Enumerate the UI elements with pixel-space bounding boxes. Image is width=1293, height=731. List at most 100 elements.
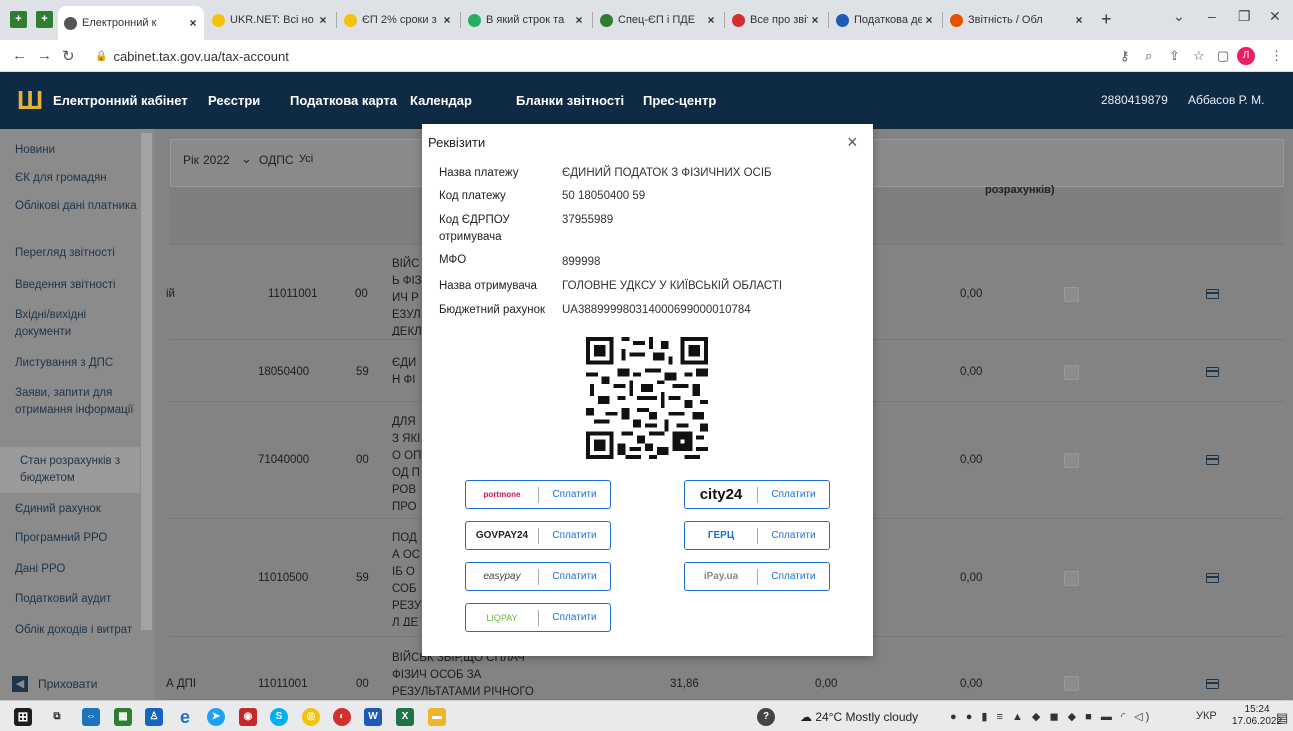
lock-app-icon[interactable]: ♙	[145, 708, 163, 726]
payment-card-icon[interactable]	[1206, 289, 1219, 299]
pay-liqpay-button[interactable]: LIQPAY Сплатити	[465, 603, 611, 632]
row-checkbox[interactable]	[1064, 453, 1079, 468]
tab-close-icon[interactable]: ×	[316, 13, 330, 27]
sidebar-item-view-reports[interactable]: Перегляд звітності	[15, 245, 140, 262]
row-checkbox[interactable]	[1064, 571, 1079, 586]
close-icon[interactable]: ×	[847, 132, 858, 153]
tab-close-icon[interactable]: ×	[572, 13, 586, 27]
help-icon[interactable]: ?	[757, 708, 775, 726]
forward-icon[interactable]: →	[37, 47, 52, 64]
sidebar-item-documents[interactable]: Вхідні/вихідні документи	[15, 307, 140, 341]
browser-tab[interactable]: ЄП 2% сроки з ×	[338, 8, 458, 32]
row-checkbox[interactable]	[1064, 365, 1079, 380]
pay-govpay24-button[interactable]: GOVPAY24 Сплатити	[465, 521, 611, 550]
app-icon[interactable]: +	[10, 11, 27, 28]
sidebar-item-budget-settlements[interactable]: Стан розрахунків з бюджетом	[0, 447, 140, 493]
chrome-profile-icon[interactable]: ◐	[333, 708, 351, 726]
teamviewer-icon[interactable]: ⇔	[82, 708, 100, 726]
sidebar-item-enter-reports[interactable]: Введення звітності	[15, 277, 140, 294]
sidebar-item-ek-citizens[interactable]: ЄК для громадян	[15, 170, 140, 187]
row-checkbox[interactable]	[1064, 287, 1079, 302]
tab-search-icon[interactable]: ⌄	[1173, 8, 1185, 25]
nav-calendar[interactable]: Календар	[410, 93, 472, 108]
browser-tab[interactable]: UKR.NET: Всі но ×	[206, 8, 334, 32]
payment-card-icon[interactable]	[1206, 573, 1219, 583]
calculator-icon[interactable]: ▦	[114, 708, 132, 726]
sidebar-item-account-data[interactable]: Облікові дані платника	[15, 198, 140, 215]
edge-icon[interactable]: e	[176, 708, 194, 726]
restore-button[interactable]: ❐	[1238, 8, 1251, 25]
excel-icon[interactable]: X	[396, 708, 414, 726]
pay-gerc-button[interactable]: ГЕРЦ Сплатити	[684, 521, 830, 550]
hide-sidebar-button[interactable]: ◀ Приховати	[12, 676, 97, 692]
pay-ipay-button[interactable]: iPay.ua Сплатити	[684, 562, 830, 591]
browser-tab[interactable]: Спец-ЄП і ПДЕ ×	[594, 8, 722, 32]
sidebar-item-correspondence[interactable]: Листування з ДПС	[15, 355, 140, 372]
share-icon[interactable]: ⇪	[1169, 48, 1180, 64]
new-tab-button[interactable]: +	[1101, 9, 1112, 30]
tab-close-icon[interactable]: ×	[808, 13, 822, 27]
tab-close-icon[interactable]: ×	[186, 16, 200, 30]
payment-card-icon[interactable]	[1206, 455, 1219, 465]
pay-city24-button[interactable]: city24 Сплатити	[684, 480, 830, 509]
payment-card-icon[interactable]	[1206, 367, 1219, 377]
sidebar-item-income-expenses[interactable]: Облік доходів і витрат	[15, 622, 140, 639]
clock[interactable]: 15:24 17.06.2022	[1232, 704, 1282, 728]
pay-portmone-button[interactable]: portmone Сплатити	[465, 480, 611, 509]
nav-registries[interactable]: Реєстри	[208, 93, 260, 108]
row-checkbox[interactable]	[1064, 676, 1079, 691]
telegram-icon[interactable]: ➤	[207, 708, 225, 726]
sidebar-item-tax-audit[interactable]: Податковий аудит	[15, 591, 140, 608]
tab-close-icon[interactable]: ×	[440, 13, 454, 27]
nav-tax-map[interactable]: Податкова карта	[290, 93, 397, 108]
nav-press-center[interactable]: Прес-центр	[643, 93, 716, 108]
tab-close-icon[interactable]: ×	[1072, 13, 1086, 27]
address-bar[interactable]: 🔒 cabinet.tax.gov.ua/tax-account	[95, 45, 1075, 67]
zoom-icon[interactable]: ⌕	[1145, 48, 1152, 64]
odps-select[interactable]: Усі	[299, 153, 313, 165]
word-icon[interactable]: W	[364, 708, 382, 726]
minimize-button[interactable]: –	[1208, 8, 1216, 24]
close-window-button[interactable]: ✕	[1269, 8, 1281, 25]
tab-close-icon[interactable]: ×	[922, 13, 936, 27]
sidebar-item-software-rro[interactable]: Програмний РРО	[15, 530, 140, 547]
year-select[interactable]: 2022	[203, 153, 230, 167]
bookmark-star-icon[interactable]: ☆	[1193, 48, 1205, 64]
notifications-icon[interactable]: ▤	[1276, 710, 1288, 726]
sidebar-item-news[interactable]: Новини	[15, 142, 140, 159]
app-icon-2[interactable]: +	[36, 11, 53, 28]
browser-tab[interactable]: Податкова дек ×	[830, 8, 940, 32]
chevron-down-icon[interactable]: ⌄	[241, 151, 252, 167]
menu-kebab-icon[interactable]: ⋮	[1270, 48, 1283, 64]
browser-tab-active[interactable]: Електронний к ×	[58, 6, 204, 40]
windows-start-icon[interactable]: ⊞	[14, 708, 32, 726]
side-panel-icon[interactable]: ▢	[1217, 48, 1229, 64]
lock-icon[interactable]: 🔒	[95, 51, 107, 62]
payment-card-icon[interactable]	[1206, 679, 1219, 689]
task-view-icon[interactable]: ⧉	[48, 708, 66, 726]
sidebar-item-rro-data[interactable]: Дані РРО	[15, 561, 140, 578]
user-name[interactable]: Аббасов Р. М.	[1188, 93, 1264, 107]
browser-tab[interactable]: Все про звітнісі ×	[726, 8, 826, 32]
language-indicator[interactable]: УКР	[1196, 710, 1217, 722]
browser-tab[interactable]: В який строк та ×	[462, 8, 590, 32]
nav-report-forms[interactable]: Бланки звітності	[516, 93, 624, 108]
site-name[interactable]: Електронний кабінет	[53, 93, 188, 108]
skype-icon[interactable]: S	[270, 708, 288, 726]
chrome-icon[interactable]: ◎	[302, 708, 320, 726]
pay-easypay-button[interactable]: easypay Сплатити	[465, 562, 611, 591]
media-icon[interactable]: ◉	[239, 708, 257, 726]
back-icon[interactable]: ←	[12, 47, 27, 64]
reload-icon[interactable]: ↻	[62, 47, 75, 65]
weather-widget[interactable]: ☁ 24°C Mostly cloudy	[800, 710, 918, 724]
sidebar-item-requests[interactable]: Заяви, запити для отримання інформації	[15, 385, 140, 419]
profile-avatar[interactable]: Л	[1237, 47, 1255, 65]
key-icon[interactable]: ⚷	[1120, 48, 1130, 64]
trident-logo-icon[interactable]: Ш	[17, 83, 43, 117]
system-tray-icons[interactable]: ● ● ▮ ≡ ▲ ◆ ◼ ◆ ■ ▬ ◜ ◁)	[950, 710, 1152, 723]
browser-tab[interactable]: Звітність / Обл ×	[944, 8, 1090, 32]
tab-close-icon[interactable]: ×	[704, 13, 718, 27]
sidebar-scrollbar[interactable]	[141, 133, 152, 630]
file-explorer-icon[interactable]: ▬	[428, 708, 446, 726]
sidebar-item-single-account[interactable]: Єдиний рахунок	[15, 501, 140, 518]
